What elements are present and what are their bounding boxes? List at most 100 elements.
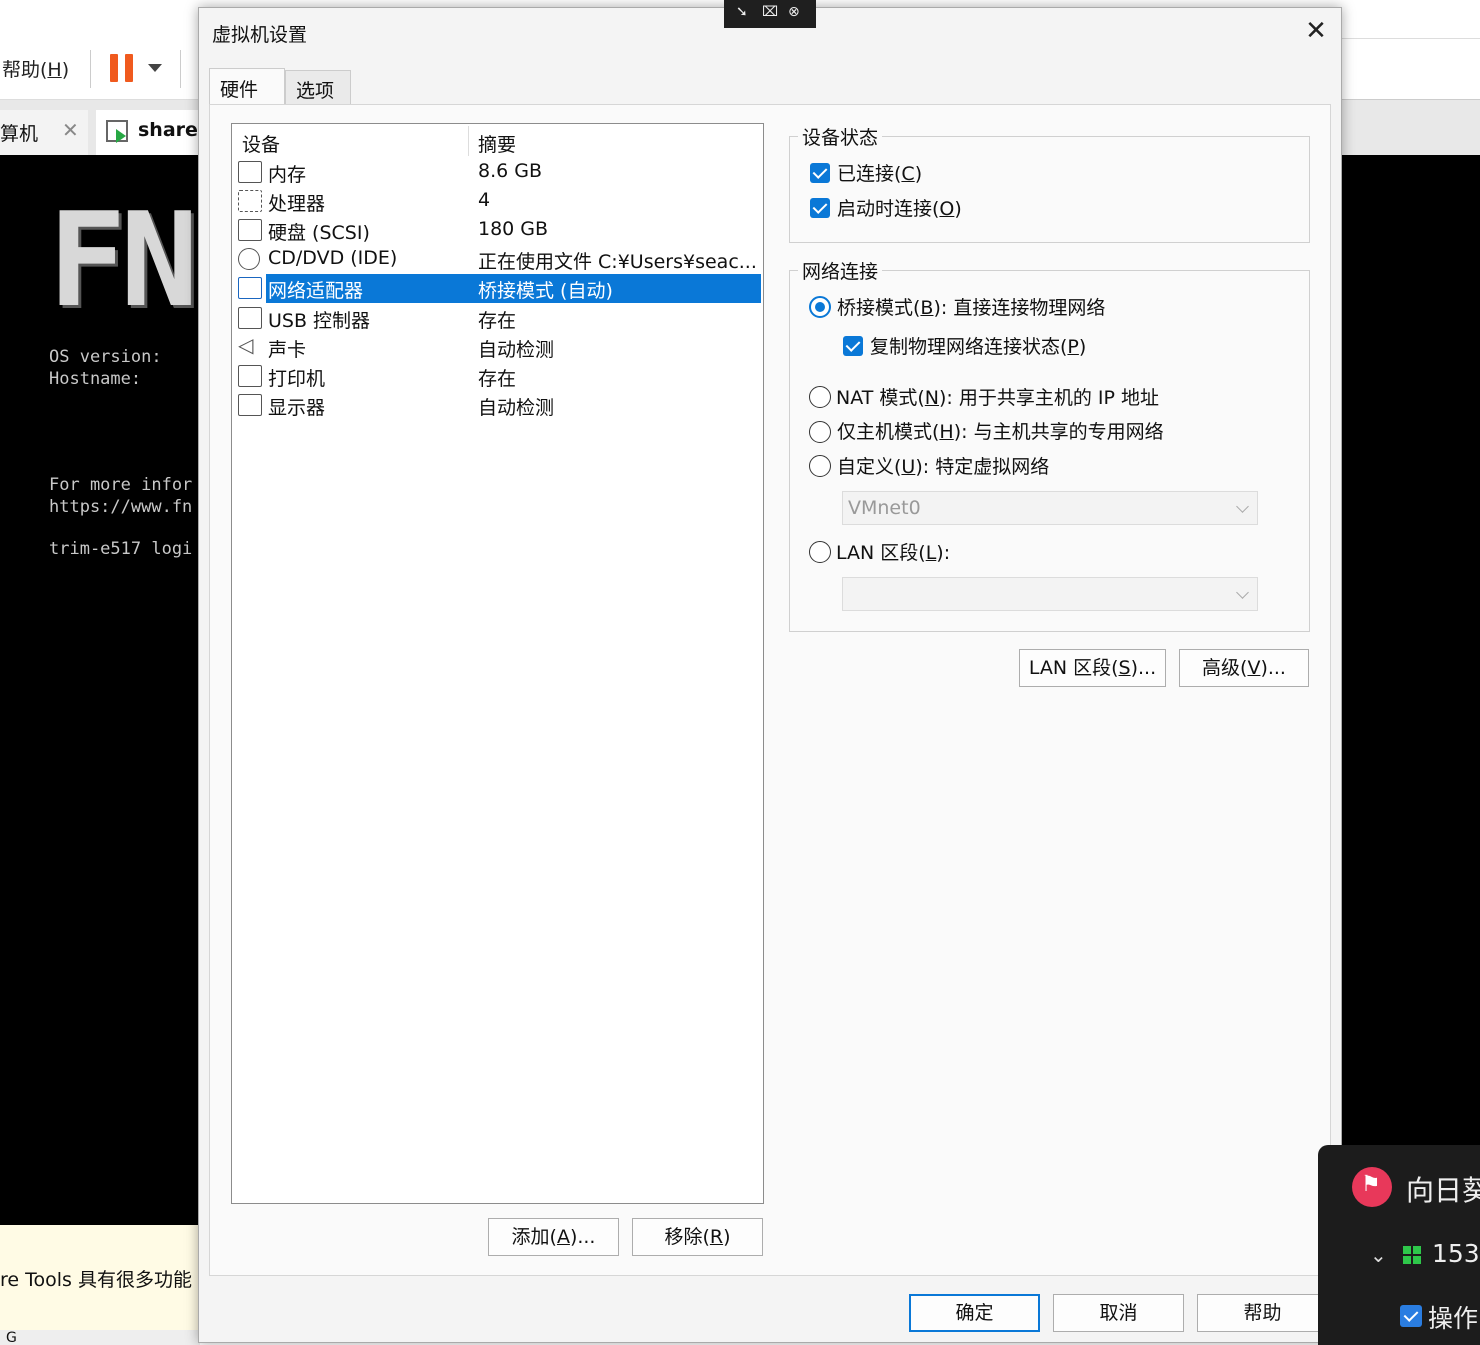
device-status-group: 设备状态 已连接(C) 启动时连接(O) [789, 123, 1310, 243]
display-icon [238, 394, 262, 416]
lan-segment-label[interactable]: LAN 区段(L): [836, 538, 950, 565]
bridged-label[interactable]: 桥接模式(B): 直接连接物理网络 [837, 293, 1105, 320]
chevron-down-icon [1236, 586, 1249, 599]
ok-button[interactable]: 确定 [909, 1294, 1040, 1332]
device-row-sound-card[interactable]: 声卡 自动检测 [237, 333, 762, 362]
bridged-radio[interactable] [809, 296, 831, 318]
console-logo: FN [48, 184, 199, 336]
lan-segment-select[interactable] [842, 577, 1258, 611]
device-status-title: 设备状态 [798, 123, 883, 150]
connect-on-start-checkbox[interactable] [810, 198, 830, 218]
windows-icon [1403, 1246, 1421, 1264]
vm-console-right [1340, 155, 1480, 1145]
device-row-network-adapter[interactable]: 网络适配器 桥接模式 (自动) [237, 274, 762, 303]
chevron-down-icon [1236, 500, 1249, 513]
console-line: trim-e517 logi [49, 539, 193, 559]
device-name: CD/DVD (IDE) [268, 247, 398, 269]
lan-segment-radio[interactable] [809, 541, 831, 563]
device-summary: 桥接模式 (自动) [478, 280, 613, 302]
vm-console[interactable]: FN OS version: Hostname: For more infor … [0, 155, 200, 1225]
network-connection-title: 网络连接 [798, 257, 883, 284]
help-button[interactable]: 帮助 [1197, 1294, 1328, 1332]
replicate-state-checkbox[interactable] [843, 336, 863, 356]
tab-hardware[interactable]: 硬件 [209, 68, 285, 104]
nat-label[interactable]: NAT 模式(N): 用于共享主机的 IP 地址 [836, 383, 1159, 410]
host-only-radio[interactable] [809, 421, 831, 443]
sunflower-popup: 向日葵 ⌄ 153. 操作 [1318, 1145, 1480, 1345]
device-summary: 180 GB [478, 218, 549, 240]
device-name: 内存 [268, 164, 307, 186]
vm-settings-dialog: 虚拟机设置 ✕ 硬件 选项 设备 摘要 内存 8.6 GB 处理器 4 硬盘 (… [198, 7, 1342, 1343]
device-row-processor[interactable]: 处理器 4 [237, 187, 762, 216]
tab-share[interactable]: share [96, 110, 206, 155]
device-name: 打印机 [268, 368, 326, 390]
custom-radio[interactable] [809, 455, 831, 477]
memory-icon [238, 161, 262, 183]
column-header-summary[interactable]: 摘要 [478, 130, 516, 157]
host-only-label[interactable]: 仅主机模式(H): 与主机共享的专用网络 [837, 417, 1164, 444]
divider [1340, 38, 1480, 39]
custom-network-select[interactable]: VMnet0 [842, 491, 1258, 525]
screen-icon[interactable]: ⌧ [762, 4, 778, 20]
connected-label[interactable]: 已连接(C) [837, 159, 922, 186]
lan-segments-button[interactable]: LAN 区段(S)... [1019, 649, 1166, 687]
column-divider[interactable] [468, 126, 469, 156]
menu-help[interactable]: 帮助(H) [2, 55, 69, 82]
printer-icon [238, 365, 262, 387]
chevron-down-icon[interactable]: ⌄ [1370, 1243, 1387, 1267]
usb-icon [238, 307, 262, 329]
console-line: https://www.fn [49, 497, 193, 517]
floating-toolbar: ➘ ⌧ ⊗ [724, 0, 816, 28]
device-name: 声卡 [268, 339, 307, 361]
device-row-display[interactable]: 显示器 自动检测 [237, 391, 762, 420]
connected-checkbox[interactable] [810, 163, 830, 183]
console-line: For more infor [49, 475, 193, 495]
background-window-right [1340, 0, 1480, 100]
close-icon[interactable]: ✕ [62, 118, 79, 142]
remove-device-button[interactable]: 移除(R) [632, 1218, 763, 1256]
device-row-printer[interactable]: 打印机 存在 [237, 362, 762, 391]
device-row-cd-dvd[interactable]: CD/DVD (IDE) 正在使用文件 C:¥Users¥seac... [237, 245, 762, 274]
column-header-device[interactable]: 设备 [242, 130, 280, 157]
operation-label[interactable]: 操作 [1428, 1299, 1478, 1335]
device-name: USB 控制器 [268, 310, 371, 332]
pause-icon[interactable] [110, 54, 136, 82]
device-list[interactable]: 设备 摘要 内存 8.6 GB 处理器 4 硬盘 (SCSI) 180 GB C… [231, 123, 764, 1204]
console-line: Hostname: [49, 369, 142, 389]
network-adapter-icon [238, 277, 262, 299]
cancel-button[interactable]: 取消 [1053, 1294, 1184, 1332]
custom-label[interactable]: 自定义(U): 特定虚拟网络 [837, 452, 1049, 479]
close-icon[interactable]: ⊗ [788, 4, 800, 20]
device-row-memory[interactable]: 内存 8.6 GB [237, 158, 762, 187]
nat-radio[interactable] [809, 386, 831, 408]
pin-icon[interactable]: ➘ [736, 4, 748, 20]
device-summary: 4 [478, 189, 491, 211]
sunflower-logo-icon [1352, 1167, 1392, 1207]
vm-running-icon [106, 120, 128, 143]
connect-on-start-label[interactable]: 启动时连接(O) [837, 194, 962, 221]
popup-ip: 153. [1432, 1239, 1480, 1268]
device-row-hard-disk[interactable]: 硬盘 (SCSI) 180 GB [237, 216, 762, 245]
device-summary: 正在使用文件 C:¥Users¥seac... [478, 251, 757, 273]
device-list-header: 设备 摘要 [232, 124, 763, 158]
tools-notice-text: re Tools 具有很多功能 [0, 1269, 192, 1291]
toolbar-separator [90, 50, 91, 88]
status-text: G [6, 1330, 17, 1345]
replicate-state-label[interactable]: 复制物理网络连接状态(P) [870, 332, 1086, 359]
operation-checkbox[interactable] [1400, 1305, 1422, 1327]
chevron-down-icon[interactable] [148, 64, 162, 72]
tab-options[interactable]: 选项 [285, 70, 351, 104]
advanced-button[interactable]: 高级(V)... [1179, 649, 1309, 687]
device-name: 硬盘 (SCSI) [268, 222, 370, 244]
console-line: OS version: [49, 347, 162, 367]
sound-card-icon [238, 333, 262, 358]
add-device-button[interactable]: 添加(A)... [488, 1218, 619, 1256]
close-icon[interactable]: ✕ [1299, 14, 1333, 48]
device-summary: 存在 [478, 310, 517, 332]
device-summary: 自动检测 [478, 397, 555, 419]
custom-network-value: VMnet0 [848, 497, 921, 519]
hardware-panel: 设备 摘要 内存 8.6 GB 处理器 4 硬盘 (SCSI) 180 GB C… [209, 104, 1331, 1276]
popup-title: 向日葵 [1406, 1174, 1480, 1207]
tab-computer[interactable]: 算机 ✕ [0, 110, 88, 155]
device-row-usb[interactable]: USB 控制器 存在 [237, 304, 762, 333]
